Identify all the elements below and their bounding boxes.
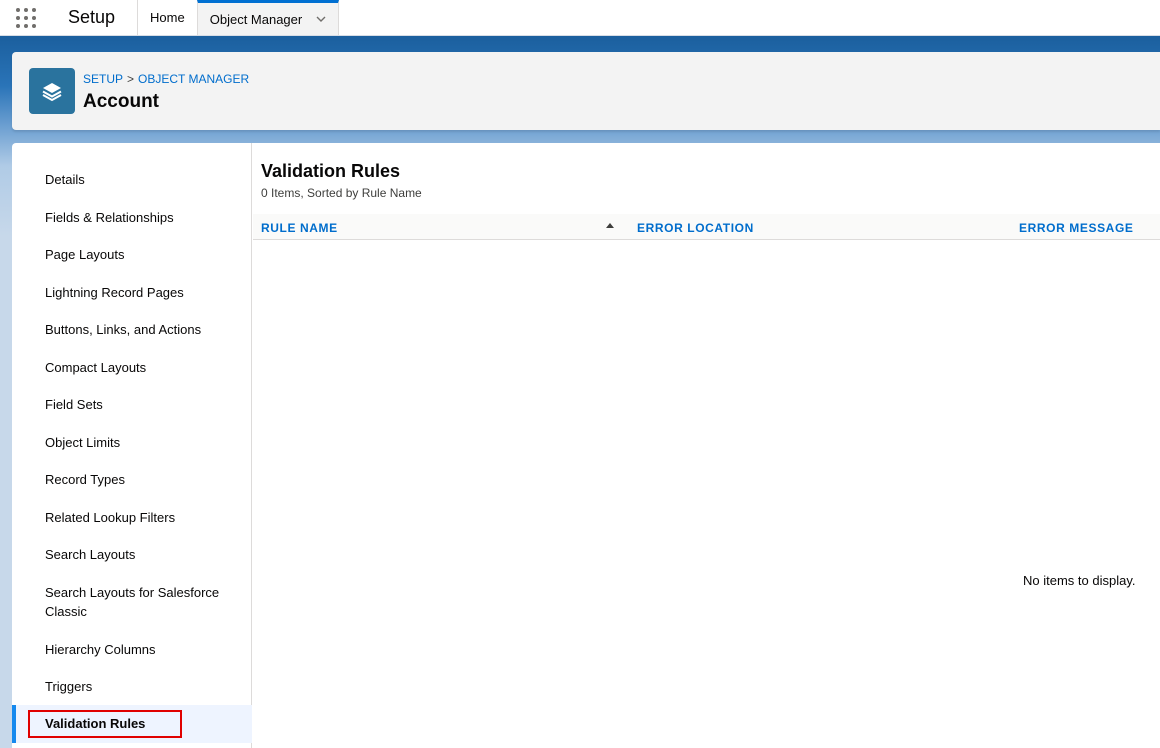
tab-object-manager-label: Object Manager — [209, 11, 303, 27]
chevron-down-icon[interactable] — [316, 14, 326, 24]
sidebar-item-record-types[interactable]: Record Types — [12, 470, 252, 489]
breadcrumb-object-manager[interactable]: OBJECT MANAGER — [138, 72, 249, 86]
main-panel: Details Fields & Relationships Page Layo… — [12, 143, 1160, 748]
tab-home-label: Home — [150, 10, 185, 25]
app-name: Setup — [68, 7, 116, 27]
sidebar-item-lightning-record-pages[interactable]: Lightning Record Pages — [12, 283, 252, 302]
tab-home[interactable]: Home — [137, 0, 197, 35]
sidebar-item-page-layouts[interactable]: Page Layouts — [12, 245, 252, 264]
tab-object-manager[interactable]: Object Manager — [196, 0, 340, 35]
sidebar-item-hierarchy-columns[interactable]: Hierarchy Columns — [12, 640, 252, 659]
sidebar-item-triggers[interactable]: Triggers — [12, 677, 252, 696]
app-launcher-icon — [16, 7, 36, 28]
sidebar-item-fields-relationships[interactable]: Fields & Relationships — [12, 208, 252, 227]
sidebar-item-object-limits[interactable]: Object Limits — [12, 433, 252, 452]
object-header: SETUP > OBJECT MANAGER Account — [12, 52, 1160, 130]
sidebar-item-search-layouts-classic[interactable]: Search Layouts for Salesforce Classic — [12, 583, 222, 621]
highlight-annotation — [28, 710, 182, 738]
section-title: Validation Rules — [261, 161, 401, 181]
empty-state-message: No items to display. — [1023, 573, 1136, 588]
item-count-subtitle: 0 Items, Sorted by Rule Name — [261, 186, 422, 200]
column-header-error-location[interactable]: ERROR LOCATION — [637, 221, 754, 235]
table-header: RULE NAME ERROR LOCATION ERROR MESSAGE — [253, 214, 1160, 240]
sidebar-item-details[interactable]: Details — [12, 170, 252, 189]
global-nav: Setup Home Object Manager — [0, 0, 1160, 36]
breadcrumb-setup[interactable]: SETUP — [83, 72, 123, 86]
column-header-rule-name[interactable]: RULE NAME — [261, 221, 338, 235]
validation-rules-content: Validation Rules 0 Items, Sorted by Rule… — [253, 143, 1160, 748]
breadcrumb: SETUP > OBJECT MANAGER — [83, 72, 249, 86]
sidebar-item-buttons-links-actions[interactable]: Buttons, Links, and Actions — [12, 320, 252, 339]
page-title: Account — [83, 91, 159, 112]
app-launcher-button[interactable] — [0, 0, 52, 35]
sidebar-item-compact-layouts[interactable]: Compact Layouts — [12, 358, 252, 377]
layers-icon — [29, 68, 75, 114]
sidebar-item-field-sets[interactable]: Field Sets — [12, 395, 252, 414]
sort-ascending-icon — [606, 223, 614, 228]
column-header-error-message[interactable]: ERROR MESSAGE — [1019, 221, 1133, 235]
object-sidebar: Details Fields & Relationships Page Layo… — [12, 143, 252, 748]
sidebar-item-related-lookup-filters[interactable]: Related Lookup Filters — [12, 508, 252, 527]
sidebar-item-search-layouts[interactable]: Search Layouts — [12, 545, 252, 564]
breadcrumb-separator: > — [127, 72, 135, 86]
